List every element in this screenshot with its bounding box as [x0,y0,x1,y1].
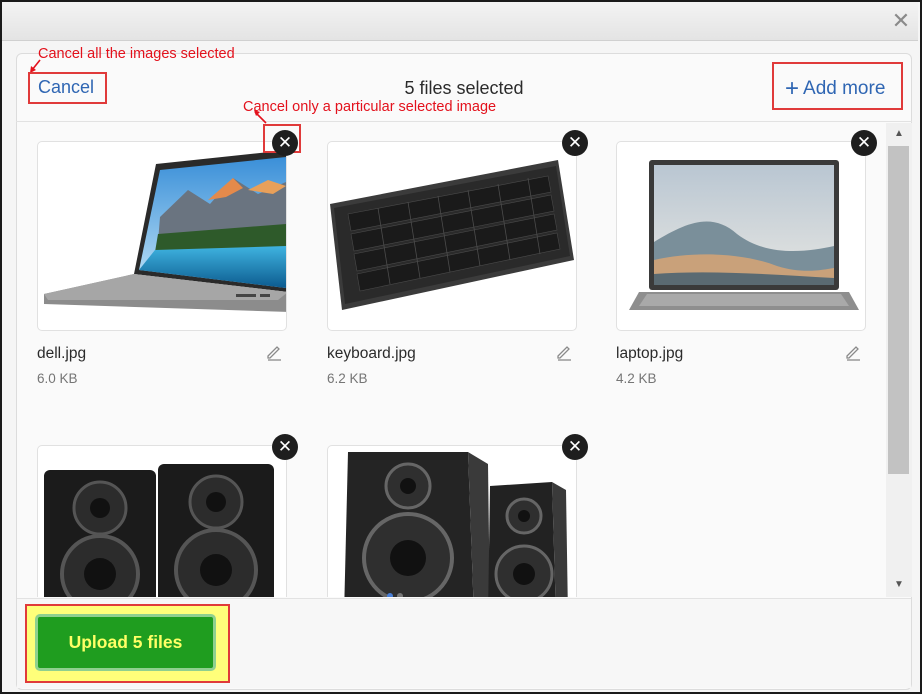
scroll-down-arrow-icon[interactable]: ▼ [890,578,908,592]
keyboard-image [330,160,574,310]
thumbnail-laptop [616,141,866,331]
thumbnail-keyboard [327,141,577,331]
close-icon: ✕ [277,437,293,456]
edit-icon[interactable] [555,343,573,361]
add-more-button[interactable]: + Add more [785,75,885,103]
speakers-image [344,452,568,597]
remove-file-button[interactable]: ✕ [562,130,588,156]
file-name: keyboard.jpg [327,345,416,362]
close-icon: ✕ [856,133,872,152]
speakers-image [44,464,274,597]
thumbnail-speakers [37,445,287,597]
file-size: 4.2 KB [616,371,657,386]
edit-icon[interactable] [265,343,283,361]
file-name: laptop.jpg [616,345,684,362]
file-grid: dell.jpg 6.0 KB keyboard.jpg 6.2 KB lapt… [17,123,885,597]
title-bar: ✕ [2,2,918,41]
thumbnail-dell [37,141,287,331]
close-icon: ✕ [277,133,293,152]
file-name: dell.jpg [37,345,87,362]
remove-file-button[interactable]: ✕ [851,130,877,156]
file-size: 6.2 KB [327,371,368,386]
plus-icon: + [785,75,800,102]
annotation-cancel-all: Cancel all the images selected [38,46,235,62]
remove-file-button[interactable]: ✕ [272,434,298,460]
file-size: 6.0 KB [37,371,78,386]
close-icon: ✕ [567,133,583,152]
laptop-image [44,150,286,312]
annotation-cancel-one: Cancel only a particular selected image [243,99,497,115]
remove-file-button[interactable]: ✕ [272,130,298,156]
close-icon[interactable]: ✕ [890,10,912,32]
scroll-up-arrow-icon[interactable]: ▲ [890,127,908,141]
thumbnail-speakers [327,445,577,597]
scrollbar-thumb[interactable] [888,146,909,474]
files-selected-count: 5 files selected [404,78,524,98]
laptop-image [629,160,859,310]
remove-file-button[interactable]: ✕ [562,434,588,460]
upload-button[interactable]: Upload 5 files [35,614,216,671]
close-icon: ✕ [567,437,583,456]
edit-icon[interactable] [844,343,862,361]
add-more-label: Add more [803,78,886,99]
